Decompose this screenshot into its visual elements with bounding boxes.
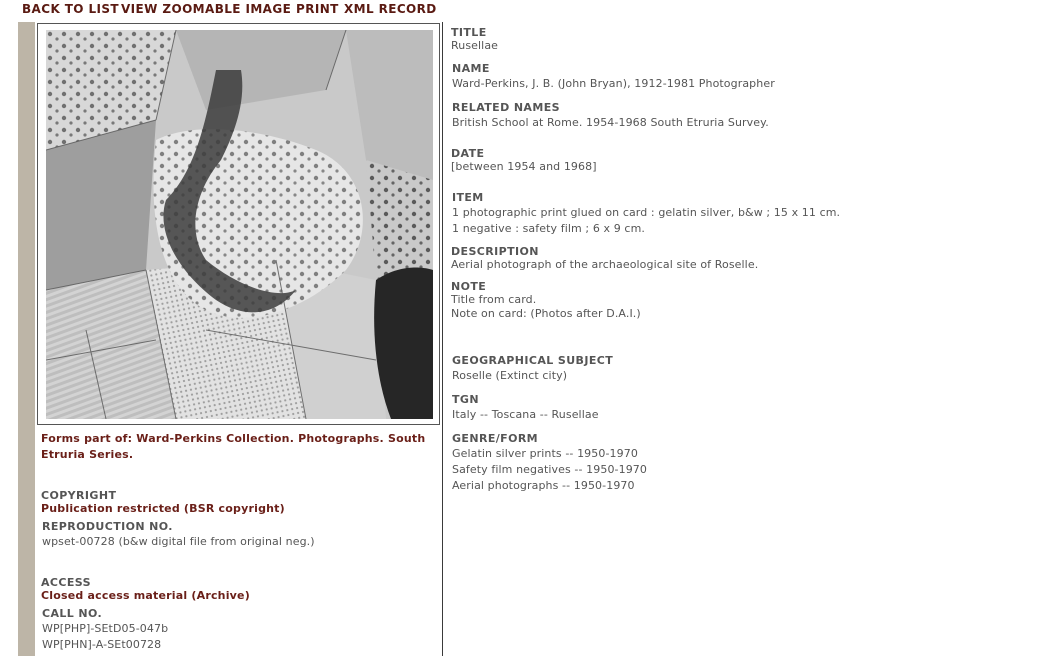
print-link[interactable]: PRINT [296,2,339,16]
column-divider [442,22,443,656]
tgn-label: TGN [452,393,479,406]
genre-form-value-3[interactable]: Aerial photographs -- 1950-1970 [452,479,635,492]
tgn-value[interactable]: Italy -- Toscana -- Rusellae [452,408,599,421]
related-names-value: British School at Rome. 1954-1968 South … [452,116,769,129]
name-value: Ward-Perkins, J. B. (John Bryan), 1912-1… [452,77,775,90]
forms-part-of-line1[interactable]: Forms part of: Ward-Perkins Collection. … [41,432,425,445]
copyright-value[interactable]: Publication restricted (BSR copyright) [41,502,285,515]
item-label: ITEM [452,191,484,204]
call-no-value-1: WP[PHP]-SEtD05-047b [42,622,169,635]
note-value-2: Note on card: (Photos after D.A.I.) [451,307,641,320]
copyright-label: COPYRIGHT [41,489,117,502]
note-label: NOTE [451,280,487,293]
title-value: Rusellae [451,39,499,52]
description-value: Aerial photograph of the archaeological … [451,258,759,271]
name-label: NAME [452,62,490,75]
geographical-subject-label: GEOGRAPHICAL SUBJECT [452,354,614,367]
genre-form-value-1[interactable]: Gelatin silver prints -- 1950-1970 [452,447,638,460]
reproduction-label: REPRODUCTION NO. [42,520,173,533]
item-value-1: 1 photographic print glued on card : gel… [452,206,841,219]
reproduction-value: wpset-00728 (b&w digital file from origi… [42,535,315,548]
note-value-1: Title from card. [451,293,537,306]
date-value: [between 1954 and 1968] [451,160,597,173]
image-frame [37,23,440,425]
aerial-photograph[interactable] [46,30,433,419]
call-no-label: CALL NO. [42,607,103,620]
view-zoomable-image-link[interactable]: VIEW ZOOMABLE IMAGE [121,2,291,16]
access-label: ACCESS [41,576,91,589]
xml-record-link[interactable]: XML RECORD [344,2,437,16]
related-names-label: RELATED NAMES [452,101,560,114]
forms-part-of-line2[interactable]: Etruria Series. [41,448,133,461]
access-value[interactable]: Closed access material (Archive) [41,589,250,602]
back-to-list-link[interactable]: BACK TO LIST [22,2,119,16]
description-label: DESCRIPTION [451,245,539,258]
genre-form-value-2[interactable]: Safety film negatives -- 1950-1970 [452,463,647,476]
genre-form-label: GENRE/FORM [452,432,539,445]
item-value-2: 1 negative : safety film ; 6 x 9 cm. [452,222,645,235]
geographical-subject-value[interactable]: Roselle (Extinct city) [452,369,567,382]
sidebar-strip [18,22,35,656]
date-label: DATE [451,147,485,160]
call-no-value-2: WP[PHN]-A-SEt00728 [42,638,162,651]
title-label: TITLE [451,26,487,39]
